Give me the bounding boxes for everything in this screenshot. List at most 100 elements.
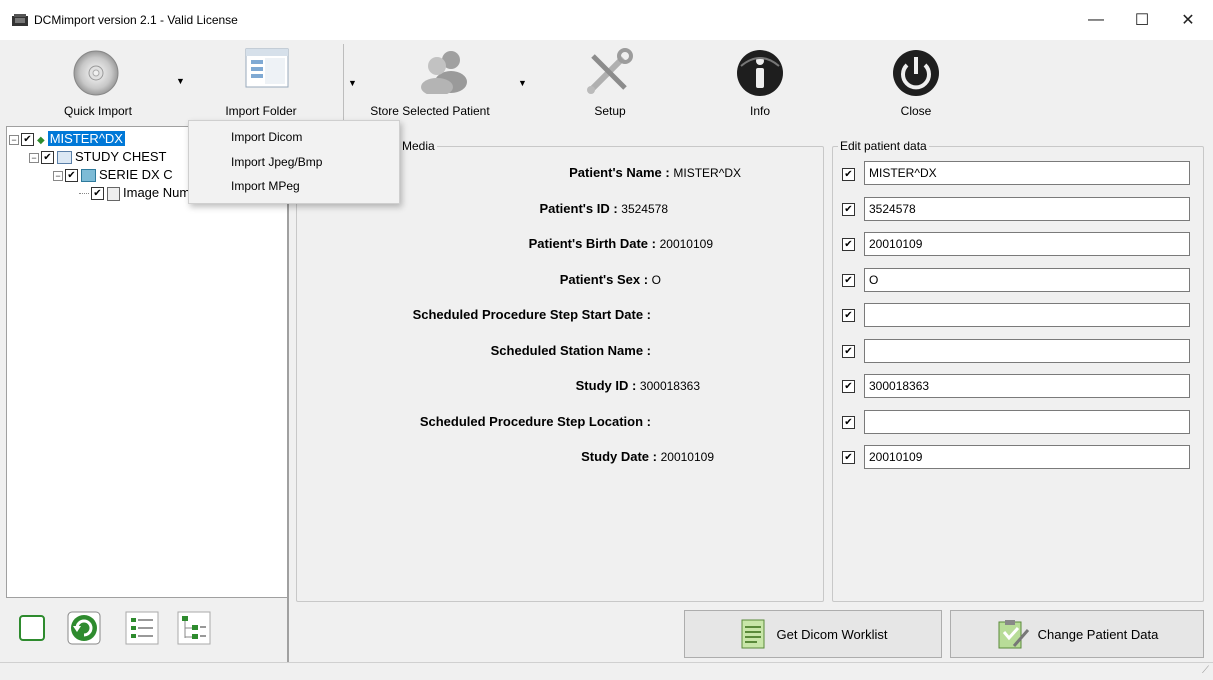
tree-checkbox[interactable]: ✔ — [21, 133, 34, 147]
edit-study-id-field[interactable] — [864, 374, 1190, 398]
quick-import-button[interactable]: ▼ Quick Import — [10, 40, 190, 124]
study-date-row: Study Date : 20010109 — [581, 449, 714, 464]
folder-window-icon — [245, 48, 289, 91]
tree-node-study[interactable]: − ✔ STUDY CHEST — [29, 149, 167, 165]
setup-button[interactable]: Setup — [560, 40, 660, 124]
birth-date-label: Patient's Birth Date — [528, 236, 649, 251]
get-dicom-worklist-label: Get Dicom Worklist — [776, 626, 888, 642]
edit-study-id-checkbox[interactable]: ✔ — [842, 380, 855, 393]
edit-name-field[interactable] — [864, 161, 1190, 185]
select-none-button[interactable] — [14, 610, 50, 646]
sps-location-row: Scheduled Procedure Step Location : — [419, 414, 651, 429]
tree-study-label: STUDY CHEST — [75, 149, 167, 164]
tree-checkbox[interactable]: ✔ — [65, 169, 78, 183]
close-label: Close — [900, 104, 932, 118]
window-title: DCMimport version 2.1 - Valid License — [34, 13, 238, 27]
tree-view-icon — [177, 611, 211, 645]
tree-node-serie[interactable]: − ✔ SERIE DX C — [53, 167, 173, 183]
edit-panel-title: Edit patient data — [838, 139, 929, 153]
list-view-button[interactable] — [124, 610, 160, 646]
edit-study-date-field[interactable] — [864, 445, 1190, 469]
users-icon — [417, 48, 471, 97]
patient-name-row: Patient's Name : MISTER^DX — [569, 165, 741, 180]
import-folder-label: Import Folder — [225, 104, 297, 118]
edit-id-checkbox[interactable]: ✔ — [842, 203, 855, 216]
birth-date-row: Patient's Birth Date : 20010109 — [528, 236, 713, 251]
import-dropdown-menu: Import Dicom Import Jpeg/Bmp Import MPeg — [188, 120, 400, 204]
tree-patient-label: MISTER^DX — [47, 131, 125, 146]
station-name-label: Scheduled Station Name — [490, 343, 644, 358]
edit-station-name-field[interactable] — [864, 339, 1190, 363]
change-patient-data-button[interactable]: Change Patient Data — [950, 610, 1204, 658]
menu-import-dicom[interactable]: Import Dicom — [231, 130, 302, 144]
setup-label: Setup — [594, 104, 626, 118]
import-folder-dropdown-arrow[interactable]: ▼ — [348, 78, 357, 88]
serie-icon — [81, 169, 96, 183]
edit-birth-date-field[interactable] — [864, 232, 1190, 256]
quick-import-dropdown-arrow[interactable]: ▼ — [176, 76, 185, 86]
collapse-icon[interactable]: − — [29, 152, 39, 163]
worklist-icon — [741, 619, 764, 649]
info-button[interactable]: Info — [710, 40, 810, 124]
quick-import-label: Quick Import — [63, 104, 132, 118]
power-icon — [891, 48, 941, 101]
tree-view-button[interactable] — [176, 610, 212, 646]
edit-id-field[interactable] — [864, 197, 1190, 221]
sps-start-date-label: Scheduled Procedure Step Start Date — [412, 307, 644, 322]
refresh-icon — [67, 611, 101, 645]
edit-sps-location-checkbox[interactable]: ✔ — [842, 416, 855, 429]
import-folder-button[interactable]: Import Folder — [196, 40, 346, 124]
store-selected-patient-button[interactable]: ▼ Store Selected Patient — [360, 40, 540, 124]
empty-square-icon — [19, 615, 45, 641]
study-icon — [57, 151, 72, 165]
menu-import-mpeg[interactable]: Import MPeg — [231, 179, 300, 193]
edit-sps-start-date-checkbox[interactable]: ✔ — [842, 309, 855, 322]
edit-clipboard-icon — [998, 620, 1029, 649]
app-icon — [12, 14, 28, 26]
get-dicom-worklist-button[interactable]: Get Dicom Worklist — [684, 610, 942, 658]
info-icon — [735, 48, 785, 101]
image-icon — [107, 186, 120, 201]
refresh-button[interactable] — [66, 610, 102, 646]
title-bar: DCMimport version 2.1 - Valid License — … — [0, 0, 1213, 40]
close-window-button[interactable]: ✕ — [1165, 0, 1211, 40]
sps-start-date-row: Scheduled Procedure Step Start Date : — [412, 307, 651, 322]
station-name-row: Scheduled Station Name : — [490, 343, 651, 358]
edit-sex-checkbox[interactable]: ✔ — [842, 274, 855, 287]
collapse-icon[interactable]: − — [9, 134, 19, 145]
patient-id-value: 3524578 — [621, 202, 668, 216]
edit-station-name-checkbox[interactable]: ✔ — [842, 345, 855, 358]
edit-sps-location-field[interactable] — [864, 410, 1190, 434]
patient-name-value: MISTER^DX — [673, 166, 741, 180]
minimize-button[interactable]: — — [1073, 0, 1119, 40]
collapse-icon[interactable]: − — [53, 170, 63, 181]
edit-name-checkbox[interactable]: ✔ — [842, 168, 855, 181]
store-dropdown-arrow[interactable]: ▼ — [518, 78, 527, 88]
change-patient-data-label: Change Patient Data — [1037, 626, 1159, 642]
sex-value: O — [651, 273, 661, 287]
edit-study-date-checkbox[interactable]: ✔ — [842, 451, 855, 464]
study-id-row: Study ID : 300018363 — [575, 378, 700, 393]
list-icon — [125, 611, 159, 645]
study-id-label: Study ID — [575, 378, 629, 393]
maximize-button[interactable]: ☐ — [1119, 0, 1165, 40]
patient-name-label: Patient's Name — [569, 165, 662, 180]
tree-checkbox[interactable]: ✔ — [41, 151, 54, 165]
tree-connector — [79, 193, 89, 195]
status-bar: ⟋ — [0, 662, 1213, 680]
edit-birth-date-checkbox[interactable]: ✔ — [842, 238, 855, 251]
resize-grip-icon[interactable]: ⟋ — [1202, 665, 1209, 676]
study-id-value: 300018363 — [639, 379, 700, 393]
patient-id-label: Patient's ID — [539, 201, 610, 216]
menu-import-jpeg-bmp[interactable]: Import Jpeg/Bmp — [231, 155, 322, 169]
info-label: Info — [749, 104, 770, 118]
patient-id-row: Patient's ID : 3524578 — [539, 201, 668, 216]
tree-node-patient[interactable]: − ✔ ◆ MISTER^DX — [9, 131, 125, 147]
edit-sps-start-date-field[interactable] — [864, 303, 1190, 327]
close-app-button[interactable]: Close — [866, 40, 966, 124]
tree-checkbox[interactable]: ✔ — [91, 187, 104, 201]
splitter[interactable] — [287, 126, 289, 662]
sex-label: Patient's Sex — [559, 272, 641, 287]
edit-sex-field[interactable] — [864, 268, 1190, 292]
study-date-value: 20010109 — [660, 450, 714, 464]
